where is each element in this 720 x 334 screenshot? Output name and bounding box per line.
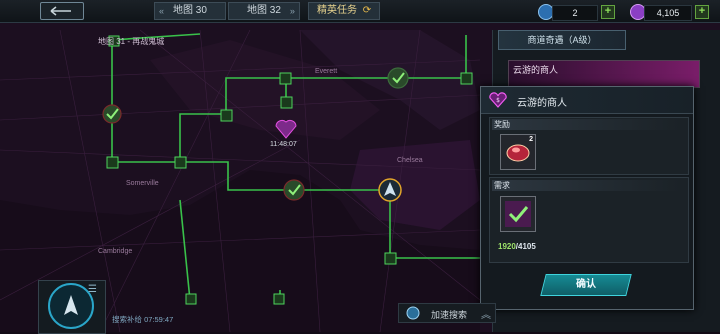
tab-label: 地图 32 bbox=[247, 5, 281, 16]
tab-map-30[interactable]: « 地图 30 bbox=[154, 2, 226, 20]
compass-icon bbox=[64, 295, 78, 315]
requirement-need: 4105 bbox=[518, 242, 536, 251]
tab-label: 精英任务 bbox=[317, 5, 357, 16]
top-bar: « 地图 30 地图 32 » 精英任务 ⟳ 2 + 4,105 + bbox=[0, 0, 720, 23]
fast-search-button[interactable]: 加速搜索 ︽ bbox=[398, 303, 496, 323]
globe-icon bbox=[406, 306, 420, 320]
requirement-have: 1920 bbox=[498, 242, 516, 251]
tab-label: 地图 30 bbox=[173, 5, 207, 16]
fast-search-label: 加速搜索 bbox=[431, 310, 468, 320]
reward-count-badge: 2 bbox=[529, 136, 533, 143]
double-chevron-up-icon: ︽ bbox=[481, 310, 491, 321]
refresh-icon: ⟳ bbox=[362, 5, 372, 16]
merchant-popup: $ 云游的商人 奖励 2 需求 1920/4105 确认 bbox=[480, 86, 694, 310]
reward-label: 奖励 bbox=[492, 119, 680, 130]
district-label-chelsea: Chelsea bbox=[397, 157, 423, 164]
add-crystal-button[interactable]: + bbox=[601, 5, 615, 19]
reward-section: 奖励 2 bbox=[489, 117, 689, 175]
merchant-heart-icon: $ bbox=[489, 92, 507, 108]
tab-map-32[interactable]: 地图 32 » bbox=[228, 2, 300, 20]
reward-item-slot[interactable]: 2 bbox=[500, 134, 536, 170]
confirm-button[interactable]: 确认 bbox=[540, 274, 632, 296]
popup-header: $ 云游的商人 bbox=[481, 87, 693, 114]
confirm-label: 确认 bbox=[576, 279, 596, 290]
requirement-label: 需求 bbox=[492, 180, 680, 191]
popup-title: 云游的商人 bbox=[517, 98, 567, 109]
back-arrow-icon bbox=[50, 6, 71, 16]
district-label-cambridge: Cambridge bbox=[98, 248, 133, 255]
requirement-count: 1920/4105 bbox=[498, 242, 536, 251]
merchant-list-item[interactable]: 云游的商人 bbox=[508, 60, 700, 88]
zone-label: 地图 31 - 再战鬼城 bbox=[98, 37, 165, 46]
chevron-right-icon: » bbox=[289, 6, 295, 16]
svg-text:$: $ bbox=[496, 97, 500, 104]
gem-count: 4,105 bbox=[644, 5, 692, 21]
back-button[interactable] bbox=[40, 2, 84, 20]
menu-icon[interactable]: ☰ bbox=[88, 284, 97, 295]
chevron-left-icon: « bbox=[159, 6, 165, 16]
crystal-count: 2 bbox=[552, 5, 598, 21]
tab-elite-missions[interactable]: 精英任务 ⟳ bbox=[308, 2, 381, 20]
merchant-list-item-label: 云游的商人 bbox=[513, 65, 559, 75]
search-status: 搜索补给 07:59:47 bbox=[112, 315, 174, 324]
requirement-section: 需求 1920/4105 bbox=[489, 177, 689, 263]
side-panel-header: 商道奇遇（A级） bbox=[498, 30, 626, 50]
check-token-icon bbox=[505, 201, 531, 227]
merchant-timer: 11:48:07 bbox=[270, 141, 297, 148]
requirement-item-slot[interactable] bbox=[500, 196, 536, 232]
add-gem-button[interactable]: + bbox=[695, 5, 709, 19]
district-label-somerville: Somerville bbox=[126, 180, 159, 187]
district-label-everett: Everett bbox=[315, 68, 338, 75]
